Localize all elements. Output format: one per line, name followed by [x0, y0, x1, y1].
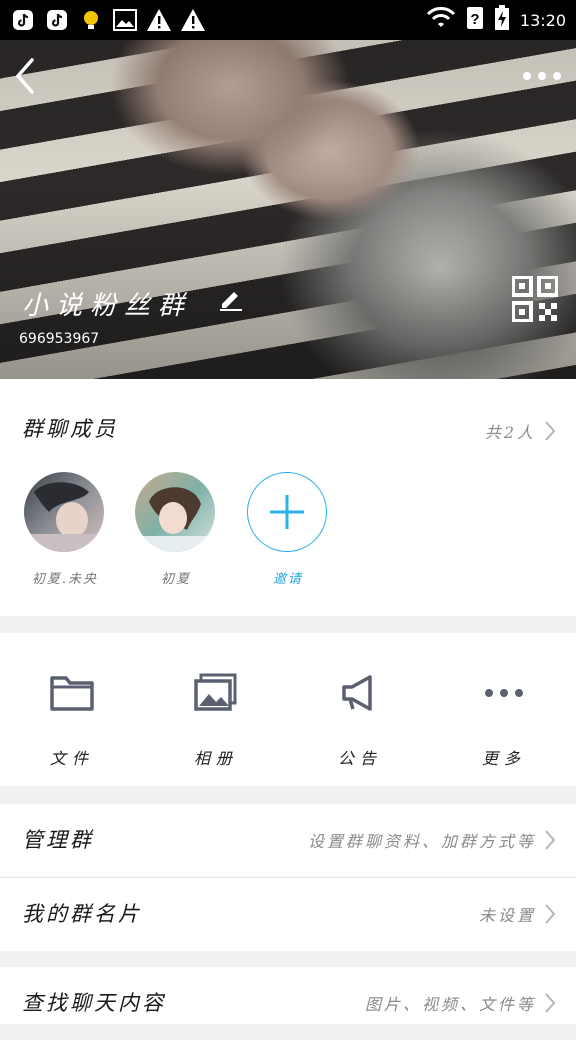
more-dots-icon [485, 689, 523, 697]
member-item[interactable]: 初夏 [135, 472, 217, 587]
battery-charging-icon [494, 5, 510, 35]
row-value: 未设置 [478, 906, 536, 925]
photo-album-icon [194, 673, 237, 711]
invite-label: 邀请 [272, 572, 303, 587]
members-section: 群聊成员 共2人 初夏.未央 初夏 邀请 [0, 379, 576, 616]
announcement-label: 公告 [337, 749, 382, 768]
back-button[interactable] [10, 56, 42, 96]
status-bar: ? 13:20 [0, 0, 576, 40]
album-button[interactable]: 相册 [166, 671, 266, 769]
plus-icon [270, 495, 304, 529]
files-button[interactable]: 文件 [22, 671, 122, 769]
chevron-right-icon [545, 421, 556, 441]
clock-time: 13:20 [519, 10, 566, 30]
member-name: 初夏 [160, 572, 191, 587]
chevron-left-icon [15, 58, 34, 94]
row-title: 管理群 [22, 828, 94, 852]
unknown-sim-icon: ? [466, 6, 484, 34]
group-id: 696953967 [19, 331, 100, 347]
members-count-link[interactable]: 共2人 [485, 419, 556, 443]
more-tools-label: 更多 [481, 749, 526, 768]
invite-member-button[interactable]: 邀请 [247, 472, 329, 587]
svg-text:?: ? [470, 11, 479, 28]
chevron-right-icon [545, 993, 556, 1013]
warning-icon [146, 7, 172, 33]
more-dots-icon [523, 72, 561, 80]
folder-icon [50, 676, 94, 711]
manage-group-row[interactable]: 管理群 设置群聊资料、加群方式等 [0, 804, 576, 877]
tools-section: 文件 相册 公告 更多 [0, 633, 576, 786]
chevron-right-icon [545, 904, 556, 924]
row-title: 查找聊天内容 [22, 991, 166, 1015]
member-item[interactable]: 初夏.未央 [24, 472, 106, 587]
wifi-icon [426, 7, 456, 33]
section-gap [0, 951, 576, 967]
row-title: 我的群名片 [22, 902, 142, 926]
avatar [24, 472, 104, 552]
member-name: 初夏.未央 [31, 572, 99, 587]
album-label: 相册 [193, 749, 238, 768]
files-label: 文件 [49, 749, 94, 768]
settings-list: 管理群 设置群聊资料、加群方式等 我的群名片 未设置 查找聊天内容 图片、视频、… [0, 804, 576, 1024]
more-tools-button[interactable]: 更多 [454, 671, 554, 769]
members-count: 共2人 [484, 423, 536, 442]
megaphone-icon [342, 675, 372, 711]
more-options-button[interactable] [522, 66, 562, 86]
qr-code-icon[interactable] [511, 275, 559, 323]
my-group-card-row[interactable]: 我的群名片 未设置 [0, 878, 576, 951]
lightbulb-icon [78, 7, 104, 33]
row-value: 图片、视频、文件等 [364, 995, 536, 1014]
avatar [135, 472, 215, 552]
image-icon [112, 7, 138, 33]
row-value: 设置群聊资料、加群方式等 [307, 832, 536, 851]
chevron-right-icon [545, 830, 556, 850]
warning-icon [180, 7, 206, 33]
announcement-button[interactable]: 公告 [310, 671, 410, 769]
tiktok-icon [10, 7, 36, 33]
search-chat-row[interactable]: 查找聊天内容 图片、视频、文件等 [0, 967, 576, 1040]
edit-name-icon[interactable] [218, 286, 244, 312]
group-name: 小说粉丝群 [22, 291, 193, 321]
members-title: 群聊成员 [22, 417, 118, 441]
tiktok-icon [44, 7, 70, 33]
invite-circle [247, 472, 327, 552]
group-cover-image: 小说粉丝群 696953967 [0, 40, 576, 379]
